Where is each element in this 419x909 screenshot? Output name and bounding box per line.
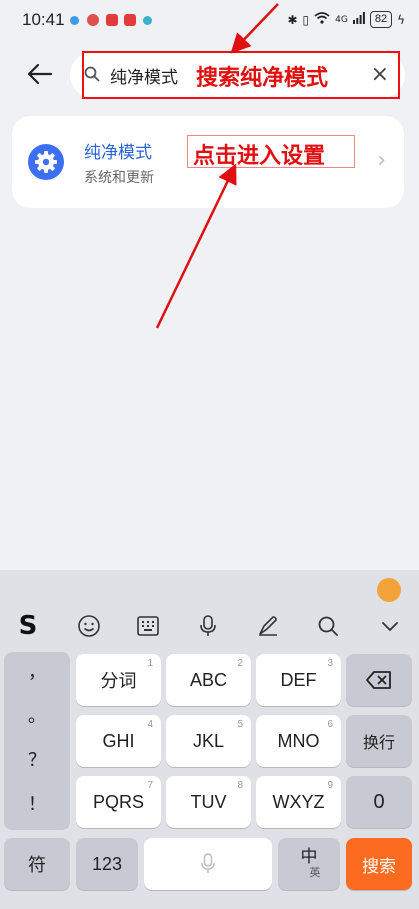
key-label: MNO (277, 730, 320, 751)
network-label: 4G (335, 14, 348, 25)
key-mno[interactable]: MNO 6 (256, 715, 341, 767)
key-number: 9 (327, 780, 333, 791)
back-arrow-icon (27, 63, 53, 85)
battery-indicator: 82 (369, 11, 393, 28)
chevron-right-icon: › (377, 148, 386, 173)
key-fenci[interactable]: 分词 1 (76, 654, 161, 706)
key-number: 6 (327, 719, 333, 730)
punct-exclaim-key[interactable]: ！ (4, 790, 70, 816)
sogou-logo-icon[interactable]: S (14, 611, 42, 641)
result-subtitle: 系统和更新 (84, 170, 154, 186)
key-abc[interactable]: ABC 2 (166, 654, 251, 706)
key-label: TUV (190, 791, 227, 812)
charging-icon: ϟ (397, 12, 405, 27)
lang-main-label: 中 (300, 847, 318, 866)
punct-period-key[interactable]: 。 (4, 702, 70, 728)
notification-icon (70, 16, 79, 25)
ime-mascot-icon[interactable] (377, 578, 401, 602)
key-number: 5 (237, 719, 243, 730)
emoji-icon[interactable] (75, 612, 103, 640)
key-number: 3 (327, 658, 333, 669)
key-label: ABC (189, 669, 227, 690)
key-label: WXYZ (272, 791, 325, 812)
search-icon[interactable] (314, 612, 342, 640)
lang-sub-label: 英 (309, 867, 321, 879)
key-label: GHI (102, 730, 135, 751)
microphone-icon (201, 853, 215, 873)
app-avatar-icon (87, 14, 99, 26)
microphone-icon[interactable] (194, 612, 222, 640)
status-bar: 10:41 ✱ ▯ 4G 82 ϟ (0, 0, 419, 42)
key-label: 分词 (100, 671, 137, 691)
key-pqrs[interactable]: PQRS 7 (76, 776, 161, 828)
signal-icon (352, 12, 365, 27)
backspace-icon (366, 671, 391, 689)
search-submit-key[interactable]: 搜索 (346, 838, 412, 890)
key-label: PQRS (92, 791, 144, 812)
key-number: 2 (237, 658, 243, 669)
app-notification-icon (106, 14, 118, 26)
status-time: 10:41 (22, 10, 65, 29)
settings-gear-icon (28, 144, 64, 180)
key-number: 4 (147, 719, 153, 730)
tap-hint-annotation: 点击进入设置 (193, 144, 326, 169)
punctuation-column: ， 。 ？ ！ (4, 652, 70, 830)
key-ghi[interactable]: GHI 4 (76, 715, 161, 767)
app-notification-icon (143, 16, 152, 25)
key-wxyz[interactable]: WXYZ 9 (256, 776, 341, 828)
backspace-key[interactable] (346, 654, 412, 706)
search-hint-annotation: 搜索纯净模式 (196, 66, 329, 91)
key-def[interactable]: DEF 3 (256, 654, 341, 706)
keyboard-layout-icon[interactable] (134, 612, 162, 640)
collapse-keyboard-icon[interactable] (376, 612, 404, 640)
language-switch-key[interactable]: 中 英 (278, 838, 340, 890)
app-notification-icon (124, 14, 136, 26)
zero-key[interactable]: 0 (346, 776, 412, 828)
key-tuv[interactable]: TUV 8 (166, 776, 251, 828)
keyboard-toolbar: S (0, 606, 419, 646)
space-key[interactable] (144, 838, 272, 890)
punct-question-key[interactable]: ？ (4, 746, 70, 772)
ime-keyboard: S ， 。 ？ ！ 分词 1 ABC 2 DEF 3 GHI 4 JKL 5 M… (0, 570, 419, 909)
symbols-key[interactable]: 符 (4, 838, 70, 890)
key-number: 1 (147, 658, 153, 669)
key-number: 8 (237, 780, 243, 791)
back-button[interactable] (24, 58, 56, 90)
wifi-icon (314, 12, 330, 27)
vibrate-icon: ▯ (302, 12, 310, 27)
result-title: 纯净模式 (84, 143, 152, 163)
handwriting-pen-icon[interactable] (254, 612, 282, 640)
bluetooth-icon: ✱ (287, 12, 298, 27)
status-indicators: ✱ ▯ 4G 82 ϟ (287, 11, 405, 28)
key-number: 7 (147, 780, 153, 791)
numeric-key[interactable]: 123 (76, 838, 138, 890)
key-label: DEF (280, 669, 317, 690)
punct-comma-key[interactable]: ， (4, 658, 70, 684)
key-label: JKL (192, 730, 225, 751)
key-jkl[interactable]: JKL 5 (166, 715, 251, 767)
newline-key[interactable]: 换行 (346, 715, 412, 767)
